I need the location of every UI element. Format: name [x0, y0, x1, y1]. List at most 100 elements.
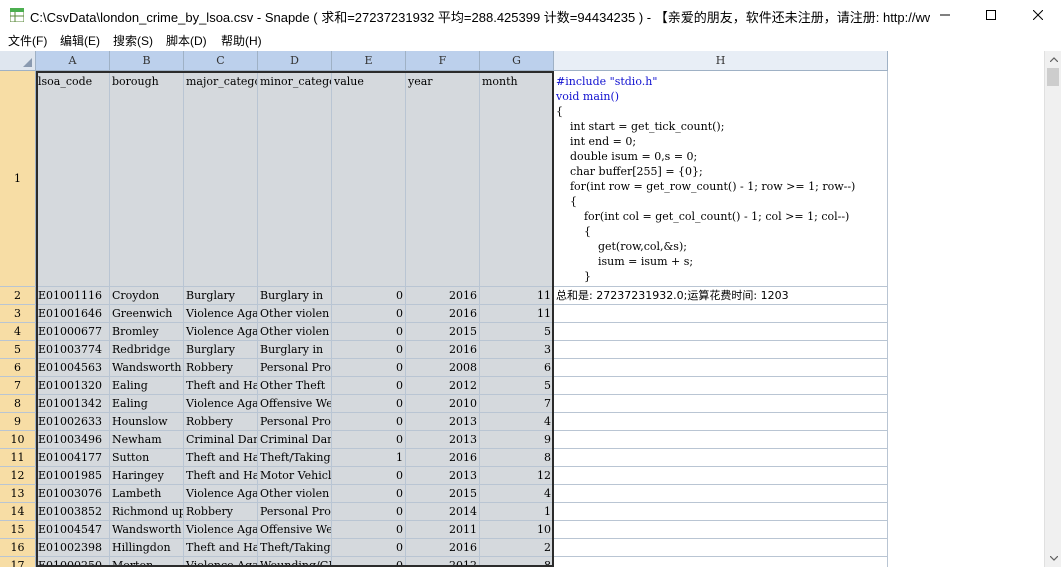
row-header[interactable]: 12 — [0, 467, 36, 485]
row-header[interactable]: 13 — [0, 485, 36, 503]
cell-value[interactable]: 0 — [332, 485, 406, 503]
cell-h-empty[interactable] — [553, 305, 888, 323]
cell-h-empty[interactable] — [553, 539, 888, 557]
cell-h-empty[interactable] — [553, 341, 888, 359]
cell-major-category[interactable]: Theft and Ha — [184, 539, 258, 557]
row-header[interactable]: 7 — [0, 377, 36, 395]
cell-h-empty[interactable] — [553, 557, 888, 567]
row-header[interactable]: 9 — [0, 413, 36, 431]
cell-minor-category[interactable]: Motor Vehicl — [258, 467, 332, 485]
scroll-thumb[interactable] — [1047, 68, 1059, 86]
cell-value[interactable]: 0 — [332, 377, 406, 395]
cell-month[interactable]: 10 — [480, 521, 554, 539]
header-cell-year[interactable]: year — [406, 71, 480, 287]
cell-lsoa-code[interactable]: E01003076 — [36, 485, 110, 503]
cell-minor-category[interactable]: Theft/Taking — [258, 449, 332, 467]
cell-value[interactable]: 0 — [332, 323, 406, 341]
row-header[interactable]: 6 — [0, 359, 36, 377]
menu-file[interactable]: 文件(F) — [8, 32, 47, 49]
column-header-h[interactable]: H — [554, 51, 888, 71]
cell-h-empty[interactable] — [553, 377, 888, 395]
cell-lsoa-code[interactable]: E01001646 — [36, 305, 110, 323]
cell-lsoa-code[interactable]: E01000677 — [36, 323, 110, 341]
script-result-cell[interactable]: 总和是: 27237231932.0;运算花费时间: 1203 — [553, 287, 888, 305]
cell-value[interactable]: 0 — [332, 539, 406, 557]
cell-month[interactable]: 8 — [480, 557, 554, 567]
cell-year[interactable]: 2016 — [406, 305, 480, 323]
select-all-corner[interactable] — [0, 51, 36, 71]
cell-month[interactable]: 9 — [480, 431, 554, 449]
cell-major-category[interactable]: Violence Aga — [184, 485, 258, 503]
cell-borough[interactable]: Haringey — [110, 467, 184, 485]
cell-minor-category[interactable]: Other violen — [258, 305, 332, 323]
cell-minor-category[interactable]: Personal Pro — [258, 413, 332, 431]
cell-value[interactable]: 0 — [332, 359, 406, 377]
cell-borough[interactable]: Ealing — [110, 395, 184, 413]
column-header-a[interactable]: A — [36, 51, 110, 71]
cell-lsoa-code[interactable]: E01001116 — [36, 287, 110, 305]
cell-year[interactable]: 2013 — [406, 467, 480, 485]
cell-borough[interactable]: Greenwich — [110, 305, 184, 323]
cell-value[interactable]: 0 — [332, 557, 406, 567]
cell-h-empty[interactable] — [553, 503, 888, 521]
cell-month[interactable]: 5 — [480, 377, 554, 395]
cell-borough[interactable]: Croydon — [110, 287, 184, 305]
row-header[interactable]: 15 — [0, 521, 36, 539]
cell-borough[interactable]: Hounslow — [110, 413, 184, 431]
cell-value[interactable]: 0 — [332, 503, 406, 521]
row-header[interactable]: 16 — [0, 539, 36, 557]
cell-value[interactable]: 0 — [332, 467, 406, 485]
cell-minor-category[interactable]: Other violen — [258, 323, 332, 341]
cell-year[interactable]: 2008 — [406, 359, 480, 377]
cell-borough[interactable]: Redbridge — [110, 341, 184, 359]
cell-h-empty[interactable] — [553, 395, 888, 413]
cell-major-category[interactable]: Violence Aga — [184, 521, 258, 539]
cell-major-category[interactable]: Theft and Ha — [184, 467, 258, 485]
cell-minor-category[interactable]: Burglary in — [258, 341, 332, 359]
close-button[interactable] — [1015, 0, 1061, 30]
cell-minor-category[interactable]: Offensive We — [258, 521, 332, 539]
menu-script[interactable]: 脚本(D) — [166, 32, 207, 49]
cell-month[interactable]: 8 — [480, 449, 554, 467]
header-cell-month[interactable]: month — [480, 71, 554, 287]
scroll-up-button[interactable] — [1045, 51, 1061, 68]
row-header[interactable]: 14 — [0, 503, 36, 521]
row-header[interactable]: 1 — [0, 71, 36, 287]
cell-borough[interactable]: Merton — [110, 557, 184, 567]
row-header[interactable]: 2 — [0, 287, 36, 305]
cell-major-category[interactable]: Criminal Dam — [184, 431, 258, 449]
cell-lsoa-code[interactable]: E01003496 — [36, 431, 110, 449]
cell-minor-category[interactable]: Burglary in — [258, 287, 332, 305]
column-header-g[interactable]: G — [480, 51, 554, 71]
cell-major-category[interactable]: Violence Aga — [184, 395, 258, 413]
cell-value[interactable]: 0 — [332, 287, 406, 305]
scroll-down-button[interactable] — [1045, 550, 1061, 567]
cell-year[interactable]: 2016 — [406, 449, 480, 467]
cell-year[interactable]: 2015 — [406, 485, 480, 503]
cell-value[interactable]: 0 — [332, 413, 406, 431]
cell-borough[interactable]: Richmond upo — [110, 503, 184, 521]
cell-borough[interactable]: Sutton — [110, 449, 184, 467]
cell-year[interactable]: 2016 — [406, 287, 480, 305]
vertical-scrollbar[interactable] — [1044, 51, 1061, 567]
cell-major-category[interactable]: Theft and Ha — [184, 449, 258, 467]
cell-minor-category[interactable]: Other violen — [258, 485, 332, 503]
cell-h-empty[interactable] — [553, 413, 888, 431]
column-header-c[interactable]: C — [184, 51, 258, 71]
cell-month[interactable]: 3 — [480, 341, 554, 359]
row-header[interactable]: 3 — [0, 305, 36, 323]
cell-major-category[interactable]: Violence Aga — [184, 323, 258, 341]
cell-year[interactable]: 2014 — [406, 503, 480, 521]
cell-month[interactable]: 6 — [480, 359, 554, 377]
maximize-button[interactable] — [968, 0, 1014, 30]
row-header[interactable]: 5 — [0, 341, 36, 359]
cell-minor-category[interactable]: Offensive We — [258, 395, 332, 413]
row-header[interactable]: 17 — [0, 557, 36, 567]
header-cell-value[interactable]: value — [332, 71, 406, 287]
row-header[interactable]: 4 — [0, 323, 36, 341]
cell-month[interactable]: 7 — [480, 395, 554, 413]
cell-value[interactable]: 0 — [332, 341, 406, 359]
cell-month[interactable]: 4 — [480, 485, 554, 503]
cell-borough[interactable]: Newham — [110, 431, 184, 449]
cell-borough[interactable]: Lambeth — [110, 485, 184, 503]
